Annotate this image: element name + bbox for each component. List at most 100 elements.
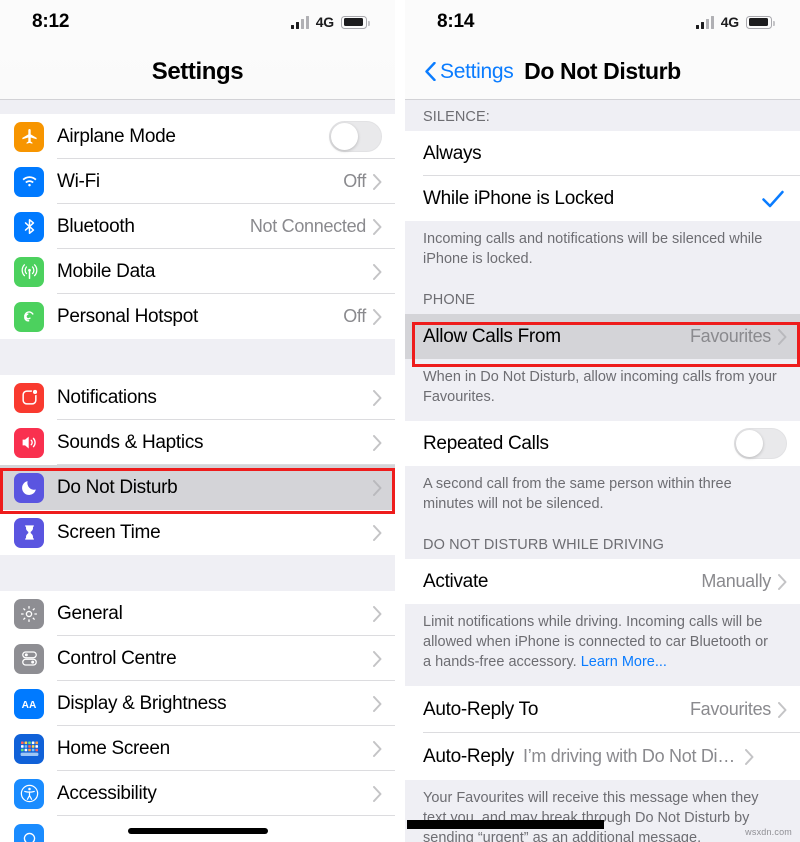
chevron-right-icon	[373, 218, 382, 235]
footnote-repeated-calls: A second call from the same person withi…	[405, 466, 800, 528]
settings-row-value: Off	[343, 171, 366, 191]
chevron-left-icon	[425, 62, 436, 81]
page-title: Do Not Disturb	[524, 58, 681, 84]
row-value: Manually	[701, 571, 771, 591]
settings-row-mobile-data[interactable]: Mobile Data	[0, 249, 395, 294]
section-header-phone: PHONE	[405, 283, 800, 314]
right-phone-screen: 8:14 4G Settings Do Not Disturb SILENCE:…	[405, 0, 800, 842]
settings-row-label: General	[57, 602, 123, 624]
right-status-bar: 8:14 4G	[405, 0, 800, 44]
section-header-silence: SILENCE:	[405, 100, 800, 131]
row-auto-reply-to[interactable]: Auto-Reply To Favourites	[405, 686, 800, 733]
left-nav-bar: Settings	[0, 44, 395, 99]
settings-row-notifications[interactable]: Notifications	[0, 375, 395, 420]
settings-row-label: Wi-Fi	[57, 170, 100, 192]
silence-option-while-locked[interactable]: While iPhone is Locked	[405, 176, 800, 221]
settings-row-general[interactable]: General	[0, 591, 395, 636]
settings-row-home-screen[interactable]: Home Screen	[0, 726, 395, 771]
row-value: I’m driving with Do Not Distu...	[523, 746, 738, 766]
chevron-right-icon	[373, 479, 382, 496]
settings-row-label: Do Not Disturb	[57, 476, 178, 498]
svg-text:AA: AA	[22, 699, 37, 710]
settings-row-screen-time[interactable]: Screen Time	[0, 510, 395, 555]
row-repeated-calls[interactable]: Repeated Calls	[405, 421, 800, 466]
settings-row-label: Screen Time	[57, 521, 161, 543]
group-gap	[0, 339, 395, 375]
settings-row-label: Mobile Data	[57, 260, 156, 282]
general-gear-icon	[14, 598, 44, 629]
battery-icon	[746, 15, 775, 29]
status-indicators: 4G	[695, 14, 775, 30]
settings-list[interactable]: Airplane Mode Wi-Fi Off Bluetooth Not Co…	[0, 100, 395, 842]
settings-row-label: Sounds & Haptics	[57, 431, 204, 453]
left-phone-screen: 8:12 4G Settings Airplane Mode Wi-Fi Off…	[0, 0, 395, 842]
chevron-right-icon	[373, 308, 382, 325]
auto-reply-group: Auto-Reply To Favourites Auto-Reply I’m …	[405, 686, 800, 780]
settings-row-airplane-mode[interactable]: Airplane Mode	[0, 114, 395, 159]
settings-row-control-centre[interactable]: Control Centre	[0, 636, 395, 681]
settings-row-value: Not Connected	[249, 216, 366, 236]
chevron-right-icon	[373, 263, 382, 280]
back-button[interactable]: Settings	[425, 59, 514, 84]
airplane-icon	[14, 121, 44, 152]
repeated-calls-group: Repeated Calls	[405, 421, 800, 466]
learn-more-link[interactable]: Learn More...	[581, 654, 667, 670]
settings-row-accessibility[interactable]: Accessibility	[0, 771, 395, 816]
group-gap	[0, 555, 395, 591]
status-time: 8:12	[32, 11, 70, 32]
footnote-silence: Incoming calls and notifications will be…	[405, 221, 800, 283]
home-indicator	[127, 828, 268, 834]
row-activate[interactable]: Activate Manually	[405, 559, 800, 604]
chevron-right-icon	[373, 524, 382, 541]
chevron-right-icon	[373, 173, 382, 190]
chevron-right-icon	[745, 748, 754, 765]
row-allow-calls-from[interactable]: Allow Calls From Favourites	[405, 314, 800, 359]
signal-bars-icon	[290, 15, 309, 29]
chevron-right-icon	[373, 695, 382, 712]
driving-activate-group: Activate Manually	[405, 559, 800, 604]
silence-option-always[interactable]: Always	[405, 131, 800, 176]
settings-row-do-not-disturb[interactable]: Do Not Disturb	[0, 465, 395, 510]
settings-row-label: Home Screen	[57, 737, 170, 759]
row-label: Auto-Reply	[423, 745, 514, 767]
airplane-mode-toggle[interactable]	[329, 121, 382, 152]
settings-row-display-brightness[interactable]: AA Display & Brightness	[0, 681, 395, 726]
silence-option-label: While iPhone is Locked	[423, 187, 614, 209]
siri-search-icon	[14, 823, 44, 842]
battery-icon	[341, 15, 370, 29]
silence-option-label: Always	[423, 142, 482, 164]
notifications-icon	[14, 382, 44, 413]
chevron-right-icon	[373, 389, 382, 406]
network-type-label: 4G	[720, 14, 739, 30]
settings-row-label: Notifications	[57, 386, 157, 408]
settings-row-label: Display & Brightness	[57, 692, 227, 714]
row-auto-reply[interactable]: Auto-Reply I’m driving with Do Not Distu…	[405, 733, 800, 780]
repeated-calls-toggle[interactable]	[734, 428, 787, 459]
left-status-bar: 8:12 4G	[0, 0, 395, 44]
settings-row-wifi[interactable]: Wi-Fi Off	[0, 159, 395, 204]
row-label: Auto-Reply To	[423, 698, 539, 720]
settings-row-bluetooth[interactable]: Bluetooth Not Connected	[0, 204, 395, 249]
checkmark-icon	[762, 190, 784, 207]
settings-group-connectivity: Airplane Mode Wi-Fi Off Bluetooth Not Co…	[0, 114, 395, 339]
chevron-right-icon	[373, 650, 382, 667]
footnote-auto-reply: Your Favourites will receive this messag…	[405, 780, 800, 842]
dual-screenshot-container: 8:12 4G Settings Airplane Mode Wi-Fi Off…	[0, 0, 800, 842]
chevron-right-icon	[373, 434, 382, 451]
row-label: Activate	[423, 570, 489, 592]
sounds-haptics-icon	[14, 427, 44, 458]
settings-row-sounds-haptics[interactable]: Sounds & Haptics	[0, 420, 395, 465]
control-centre-icon	[14, 643, 44, 674]
phone-options-group: Allow Calls From Favourites	[405, 314, 800, 359]
display-brightness-icon: AA	[14, 688, 44, 719]
row-label: Repeated Calls	[423, 432, 549, 454]
back-button-label: Settings	[440, 59, 514, 83]
status-time: 8:14	[437, 11, 475, 32]
list-top-gap	[0, 100, 395, 114]
settings-row-label: Personal Hotspot	[57, 305, 198, 327]
settings-row-value: Off	[343, 306, 366, 326]
wifi-icon	[14, 166, 44, 197]
dnd-settings-list[interactable]: SILENCE: Always While iPhone is Locked I…	[405, 100, 800, 842]
settings-row-personal-hotspot[interactable]: Personal Hotspot Off	[0, 294, 395, 339]
row-label: Allow Calls From	[423, 325, 561, 347]
